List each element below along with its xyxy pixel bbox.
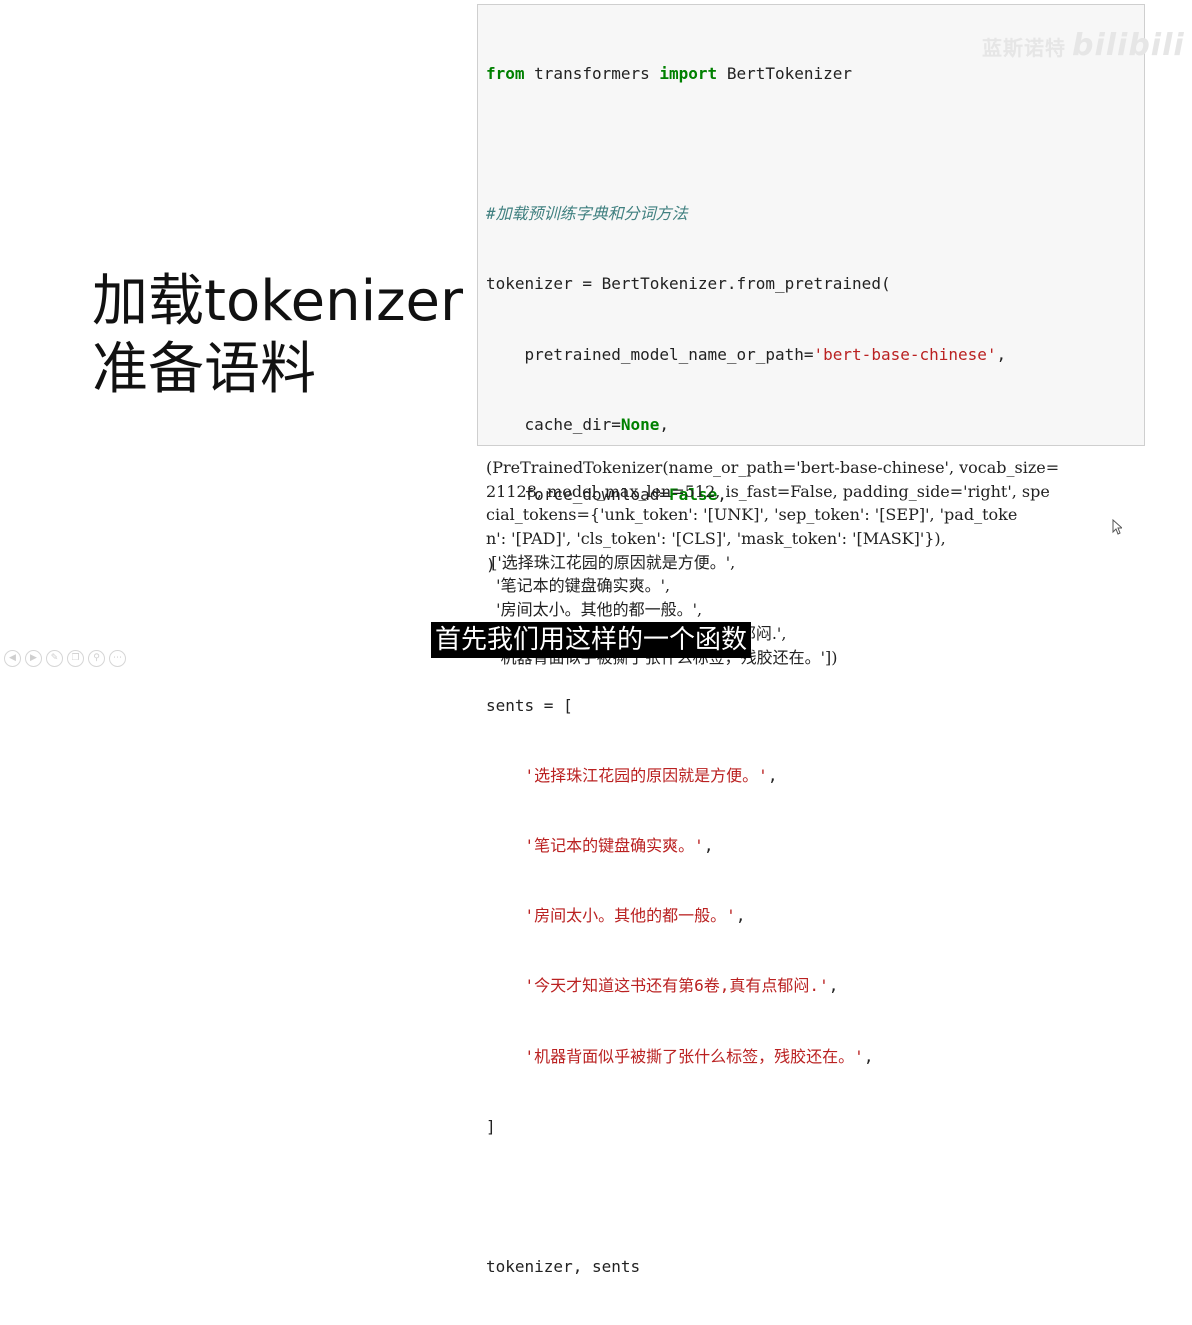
string-literal: '选择珠江花园的原因就是方便。': [486, 765, 768, 785]
code-line-model-name: pretrained_model_name_or_path='bert-base…: [486, 343, 1007, 366]
mouse-cursor-icon: [1112, 519, 1122, 535]
code-comment: #加载预训练字典和分词方法: [486, 204, 688, 224]
slide-title-line-1: 加载tokenizer: [92, 269, 464, 334]
output-line: 21128, model_max_len=512, is_fast=False,…: [486, 481, 1050, 501]
watermark-text: 蓝斯诺特: [982, 36, 1066, 60]
keyword-none: None: [620, 414, 660, 434]
output-line: '笔记本的键盘确实爽。',: [486, 576, 671, 596]
string-literal: '机器背面似乎被撕了张什么标签，残胶还在。': [486, 1046, 864, 1066]
prev-icon[interactable]: ◀: [4, 650, 21, 667]
code-line-return: tokenizer, sents: [486, 1257, 641, 1277]
code-line-import: from transformers import BertTokenizer: [486, 62, 1006, 85]
output-line: cial_tokens={'unk_token': '[UNK]', 'sep_…: [486, 505, 1018, 525]
code-line-sents: sents = [: [486, 695, 573, 715]
video-subtitle: 首先我们用这样的一个函数: [431, 622, 752, 658]
punct: ,: [735, 906, 746, 926]
punct: ,: [863, 1046, 874, 1066]
code-line-cache-dir: cache_dir=None,: [486, 413, 1006, 436]
slide-title: 加载tokenizer 准备语料: [92, 268, 463, 404]
punct: ,: [767, 765, 778, 785]
code-line-sentence-3: '房间太小。其他的都一般。',: [486, 904, 1006, 927]
string-literal: 'bert-base-chinese': [813, 344, 997, 364]
module-name: transformers: [524, 63, 660, 83]
arg-name: cache_dir=: [486, 414, 621, 434]
more-icon[interactable]: ⋯: [109, 650, 126, 667]
keyword-from: from: [486, 63, 525, 83]
play-icon[interactable]: ▶: [25, 650, 42, 667]
code-cell[interactable]: from transformers import BertTokenizer #…: [477, 4, 1145, 1276]
string-literal: '今天才知道这书还有第6卷,真有点郁闷.': [486, 976, 829, 996]
punct: ,: [703, 836, 714, 856]
class-name: BertTokenizer: [717, 63, 853, 83]
output-line: n': '[PAD]', 'cls_token': '[CLS]', 'mask…: [486, 529, 946, 549]
pen-icon[interactable]: ✎: [46, 650, 63, 667]
code-line-sentence-1: '选择珠江花园的原因就是方便。',: [486, 764, 1006, 787]
punct: ,: [828, 976, 839, 996]
watermark: 蓝斯诺特 bilibili: [982, 28, 1185, 63]
punct: ,: [996, 344, 1007, 364]
punct: ,: [659, 414, 670, 434]
code-line-sentence-2: '笔记本的键盘确实爽。',: [486, 834, 1006, 857]
arg-name: pretrained_model_name_or_path=: [486, 344, 814, 364]
slide-toolbar: ◀ ▶ ✎ ❐ ⚲ ⋯: [4, 650, 126, 667]
code-editor[interactable]: from transformers import BertTokenizer #…: [486, 15, 1006, 1325]
code-line-close-bracket: ]: [486, 1116, 496, 1136]
copy-icon[interactable]: ❐: [67, 650, 84, 667]
string-literal: '笔记本的键盘确实爽。': [486, 836, 704, 856]
string-literal: '房间太小。其他的都一般。': [486, 906, 736, 926]
output-line: ['选择珠江花园的原因就是方便。',: [486, 552, 736, 572]
slide-title-line-2: 准备语料: [92, 337, 316, 402]
output-line: (PreTrainedTokenizer(name_or_path='bert-…: [486, 458, 1060, 477]
code-line-sentence-5: '机器背面似乎被撕了张什么标签，残胶还在。',: [486, 1045, 1006, 1068]
bilibili-logo: bilibili: [1072, 28, 1185, 63]
keyword-import: import: [659, 63, 718, 83]
code-line-sentence-4: '今天才知道这书还有第6卷,真有点郁闷.',: [486, 974, 1006, 997]
output-line: '房间太小。其他的都一般。',: [486, 600, 703, 620]
code-line-tokenizer: tokenizer = BertTokenizer.from_pretraine…: [486, 274, 891, 294]
zoom-icon[interactable]: ⚲: [88, 650, 105, 667]
